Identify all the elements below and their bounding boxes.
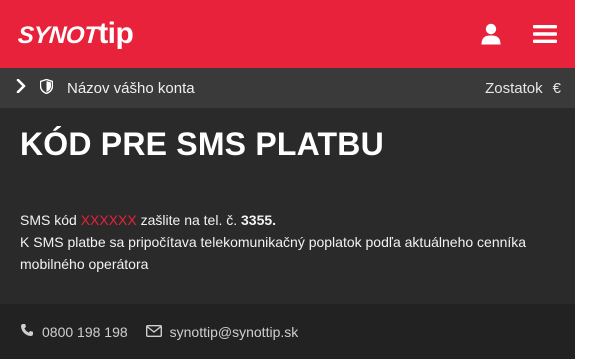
app-frame: SYNOT tip Názov vášho konta Zostatok € K… <box>0 0 575 359</box>
footer: 0800 198 198 synottip@synottip.sk <box>0 304 575 359</box>
synottip-logo[interactable]: SYNOT tip <box>17 17 134 51</box>
user-icon[interactable] <box>481 23 501 45</box>
envelope-icon <box>145 324 162 340</box>
sms-number: 3355. <box>241 212 277 228</box>
footer-phone[interactable]: 0800 198 198 <box>20 323 128 340</box>
top-header: SYNOT tip <box>0 0 575 68</box>
sms-fee-notice: K SMS platbe sa pripočítava telekomunika… <box>20 234 527 272</box>
sms-code: XXXXXX <box>80 212 137 228</box>
phone-number: 0800 198 198 <box>42 323 128 340</box>
account-name[interactable]: Názov vášho konta <box>67 80 195 97</box>
hamburger-menu-icon[interactable] <box>533 24 557 44</box>
phone-icon <box>20 323 34 340</box>
account-info: Názov vášho konta <box>16 78 195 98</box>
sms-line1-middle: zašlite na tel. č. <box>136 212 242 228</box>
logo-text-tip: tip <box>98 17 134 50</box>
currency-symbol: € <box>552 79 561 97</box>
email-address: synottip@synottip.sk <box>169 323 299 340</box>
chevron-right-icon[interactable] <box>16 78 26 97</box>
logo-text-synot: SYNOT <box>17 22 100 49</box>
footer-email[interactable]: synottip@synottip.sk <box>145 323 299 340</box>
balance-info: Zostatok € <box>485 80 561 97</box>
header-actions <box>481 23 557 45</box>
page-title: KÓD PRE SMS PLATBU <box>20 126 384 162</box>
sms-line1-prefix: SMS kód <box>20 212 81 228</box>
account-bar: Názov vášho konta Zostatok € <box>0 68 575 108</box>
main-content: KÓD PRE SMS PLATBU SMS kód XXXXXX zašlit… <box>0 108 575 275</box>
shield-icon <box>39 78 54 98</box>
balance-label: Zostatok <box>485 79 543 97</box>
sms-instructions: SMS kód XXXXXX zašlite na tel. č. 3355. … <box>20 209 555 275</box>
